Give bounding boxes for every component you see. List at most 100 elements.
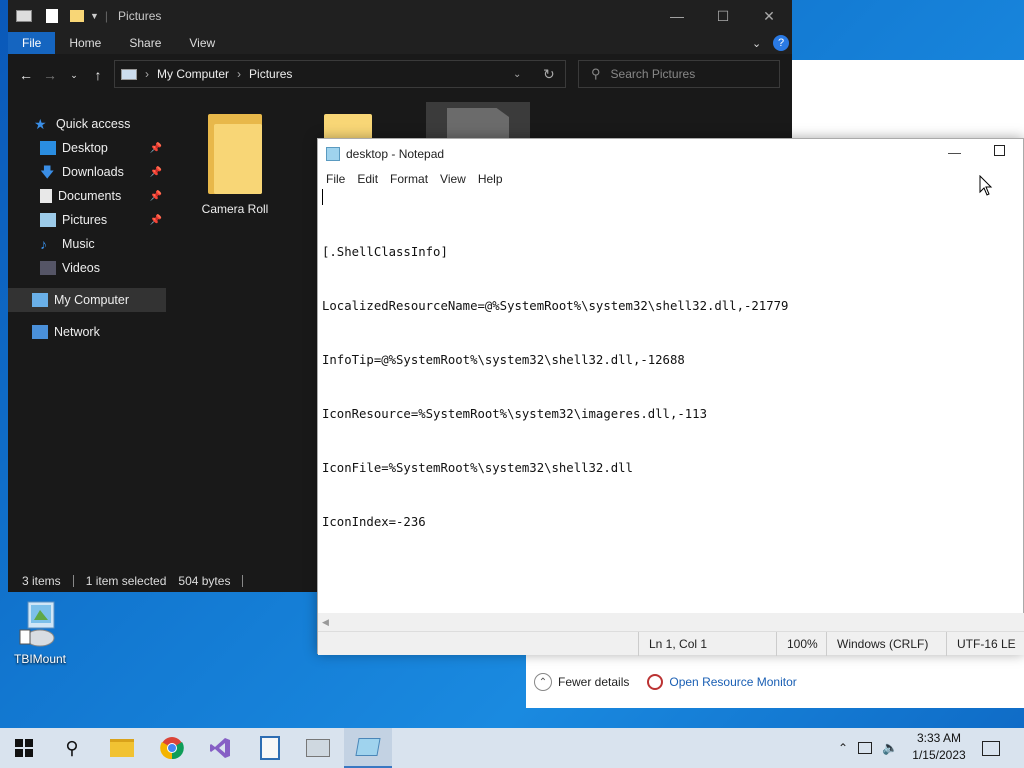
breadcrumb-pictures[interactable]: Pictures [249,67,292,81]
navigation-bar: ← → ⌄ ↑ › My Computer › Pictures ⌄ ↻ ⚲ S… [8,54,792,96]
sidebar-item-label: My Computer [54,293,130,307]
qat-dropdown-icon[interactable]: ▼ [90,11,99,21]
tab-share[interactable]: Share [115,32,175,54]
recent-locations-icon[interactable]: ⌄ [62,70,86,81]
pin-icon[interactable]: 📌 [150,191,162,202]
notepad-text-area[interactable]: [.ShellClassInfo] LocalizedResourceName=… [322,207,788,567]
search-input[interactable]: ⚲ Search Pictures [578,60,780,88]
search-icon: ⚲ [591,66,601,81]
taskbar-visual-studio[interactable] [196,728,244,768]
sidebar-item-quick-access[interactable]: ★ Quick access [8,112,166,136]
properties-icon[interactable] [46,9,58,23]
mouse-cursor-icon [979,175,993,196]
tab-file[interactable]: File [8,32,56,54]
horizontal-scrollbar[interactable]: ◀ [318,613,1024,631]
pin-icon[interactable]: 📌 [150,215,162,226]
up-arrow-icon[interactable]: ↑ [86,67,110,83]
sidebar-item-documents[interactable]: Documents 📌 [8,184,166,208]
maximize-icon[interactable] [994,145,1005,156]
taskbar-app-notes[interactable] [246,728,294,768]
forward-arrow-icon[interactable]: → [38,67,62,83]
open-resource-monitor-link[interactable]: Open Resource Monitor [669,675,796,689]
breadcrumb-my-computer[interactable]: My Computer [157,67,229,81]
address-dropdown-icon[interactable]: ⌄ [513,69,521,80]
maximize-icon[interactable]: ☐ [700,0,746,32]
search-button[interactable]: ⚲ [48,728,96,768]
fewer-details-link[interactable]: Fewer details [558,675,629,689]
text-line: InfoTip=@%SystemRoot%\system32\shell32.d… [322,353,685,367]
notifications-button[interactable] [982,728,1000,768]
chevron-up-icon[interactable]: ⌃ [534,673,552,691]
close-icon[interactable]: ✕ [746,0,792,32]
notepad-title-bar: desktop - Notepad — [318,139,1023,169]
folder-icon [110,739,134,757]
pin-icon[interactable]: 📌 [150,143,162,154]
windows-icon [15,739,33,757]
desktop-icon [40,141,56,155]
network-icon [32,325,48,339]
refresh-icon[interactable]: ↻ [543,66,555,83]
desktop-icon-tbimount[interactable]: TBIMount [8,600,72,666]
document-icon [40,189,52,203]
taskbar-task-manager[interactable] [294,728,342,768]
menu-format[interactable]: Format [384,172,434,186]
breadcrumb-separator-icon: › [237,67,242,81]
star-icon: ★ [34,116,47,132]
sidebar-item-label: Network [54,325,100,339]
sidebar-item-music[interactable]: ♪ Music [8,232,166,256]
sidebar-item-my-computer[interactable]: My Computer [8,288,166,312]
new-folder-icon[interactable] [70,10,84,22]
sidebar-item-videos[interactable]: Videos [8,256,166,280]
menu-view[interactable]: View [434,172,472,186]
sidebar-item-label: Downloads [62,165,124,179]
network-icon[interactable] [858,742,873,754]
minimize-icon[interactable]: — [948,145,961,160]
taskbar-chrome[interactable] [148,728,196,768]
status-separator [72,575,74,587]
taskbar-file-explorer[interactable] [98,728,146,768]
chevron-up-icon[interactable]: ⌃ [838,741,848,755]
help-icon[interactable]: ? [773,35,789,51]
menu-help[interactable]: Help [472,172,509,186]
taskbar: ⚲ ⌃ 🔈 3:33 AM 1/15/2023 [0,728,1024,768]
sidebar-item-desktop[interactable]: Desktop 📌 [8,136,166,160]
tbimount-label: TBIMount [13,652,67,666]
tab-view[interactable]: View [175,32,229,54]
computer-icon [121,68,137,80]
ribbon-expand-icon[interactable]: ⌄ [752,37,761,50]
sidebar-item-pictures[interactable]: Pictures 📌 [8,208,166,232]
volume-icon[interactable]: 🔈 [882,740,898,756]
back-arrow-icon[interactable]: ← [14,67,38,83]
start-button[interactable] [0,728,48,768]
task-manager-icon [306,739,330,757]
notepad-menu-bar: File Edit Format View Help [318,169,1023,189]
sidebar-item-label: Quick access [56,117,131,131]
pin-icon[interactable]: 📌 [150,167,162,178]
tbimount-icon [18,600,62,650]
video-icon [40,261,56,275]
clock-date: 1/15/2023 [912,748,966,762]
search-icon: ⚲ [65,737,79,758]
status-zoom: 100% [776,632,826,656]
sidebar-item-network[interactable]: Network [8,320,166,344]
tab-home[interactable]: Home [55,32,115,54]
notification-icon [982,740,1000,756]
file-item-selected[interactable] [426,102,530,138]
taskbar-notepad[interactable] [344,728,392,768]
clock-time: 3:33 AM [916,731,962,745]
folder-item-camera-roll[interactable]: Camera Roll [190,114,280,216]
text-line: IconResource=%SystemRoot%\system32\image… [322,407,707,421]
status-line-ending: Windows (CRLF) [826,632,946,656]
sidebar-item-label: Videos [62,261,100,275]
download-icon: 🡇 [40,164,55,180]
navigation-pane: ★ Quick access Desktop 📌 🡇 Downloads 📌 D… [8,96,166,562]
scroll-left-icon[interactable]: ◀ [322,617,329,627]
taskbar-clock[interactable]: 3:33 AM 1/15/2023 [906,730,972,764]
status-separator [242,575,244,587]
address-bar[interactable]: › My Computer › Pictures ⌄ ↻ [114,60,566,88]
notes-app-icon [260,736,280,760]
minimize-icon[interactable]: — [654,0,700,32]
menu-file[interactable]: File [320,172,351,186]
sidebar-item-downloads[interactable]: 🡇 Downloads 📌 [8,160,166,184]
menu-edit[interactable]: Edit [351,172,384,186]
